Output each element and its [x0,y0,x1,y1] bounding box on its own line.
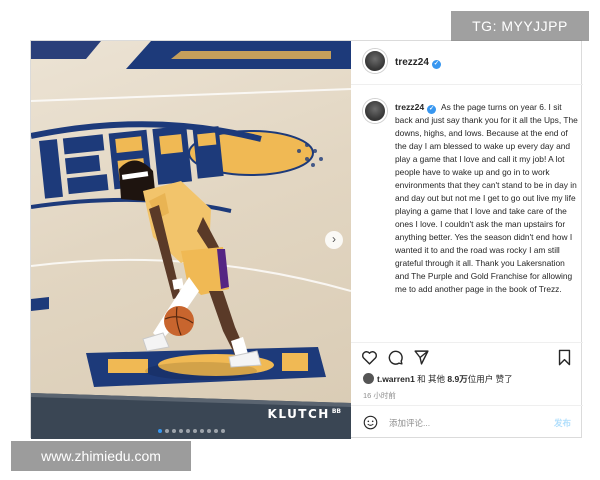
comment-input[interactable]: 添加评论... [389,417,430,429]
action-bar [351,345,583,369]
comment-bar: 添加评论... 发布 [351,405,583,439]
liker-username[interactable]: t.warren1 [377,374,415,384]
instagram-post-card: › KLUTCH BB trezz24 ✓ trezz24 ✓ As the page… [30,40,583,439]
post-header: trezz24 ✓ [351,41,583,85]
next-arrow-icon[interactable]: › [325,231,343,249]
heart-icon[interactable] [361,349,378,366]
carousel-dot[interactable] [185,429,190,433]
carousel-dot[interactable] [178,429,183,433]
watermark-top: TG: MYYJJPP [451,11,589,41]
caption-text: As the page turns on year 6. I sit back … [395,102,578,294]
header-username[interactable]: trezz24 ✓ [395,57,441,69]
post-side-panel: trezz24 ✓ trezz24 ✓ As the page turns on y… [351,41,583,439]
likes-count[interactable]: 8.9万 [447,374,467,384]
image-watermark-klutch: KLUTCH BB [267,407,341,421]
watermark-bottom: www.zhimiedu.com [11,441,191,471]
caption-avatar[interactable] [363,99,387,123]
player-figure [119,160,262,368]
post-comment-button[interactable]: 发布 [554,417,571,429]
avatar[interactable] [363,49,387,73]
post-photo[interactable]: › KLUTCH BB [31,41,351,439]
verified-badge-icon: ✓ [431,60,441,69]
carousel-dot[interactable] [206,429,211,433]
post-caption: trezz24 ✓ As the page turns on year 6. I … [395,101,579,296]
post-timestamp[interactable]: 16 小时前 [363,390,396,401]
carousel-dot[interactable] [220,429,225,433]
carousel-dot[interactable] [192,429,197,433]
likes-summary: t.warren1 和 其他 8.9万位用户 赞了 [363,373,513,385]
carousel-dot[interactable] [171,429,176,433]
bookmark-icon[interactable] [556,349,573,366]
basketball-court-illustration [31,41,351,439]
carousel-dot[interactable] [213,429,218,433]
carousel-dot[interactable] [199,429,204,433]
verified-badge-icon: ✓ [427,105,437,114]
comment-icon[interactable] [387,349,404,366]
carousel-dot[interactable] [164,429,169,433]
liker-avatar[interactable] [363,373,374,384]
caption-section: trezz24 ✓ As the page turns on year 6. I … [351,85,583,343]
emoji-icon[interactable] [363,415,378,430]
share-icon[interactable] [413,349,430,366]
carousel-dots [31,429,351,433]
carousel-dot-active[interactable] [157,429,162,433]
caption-username[interactable]: trezz24 ✓ [395,102,437,114]
